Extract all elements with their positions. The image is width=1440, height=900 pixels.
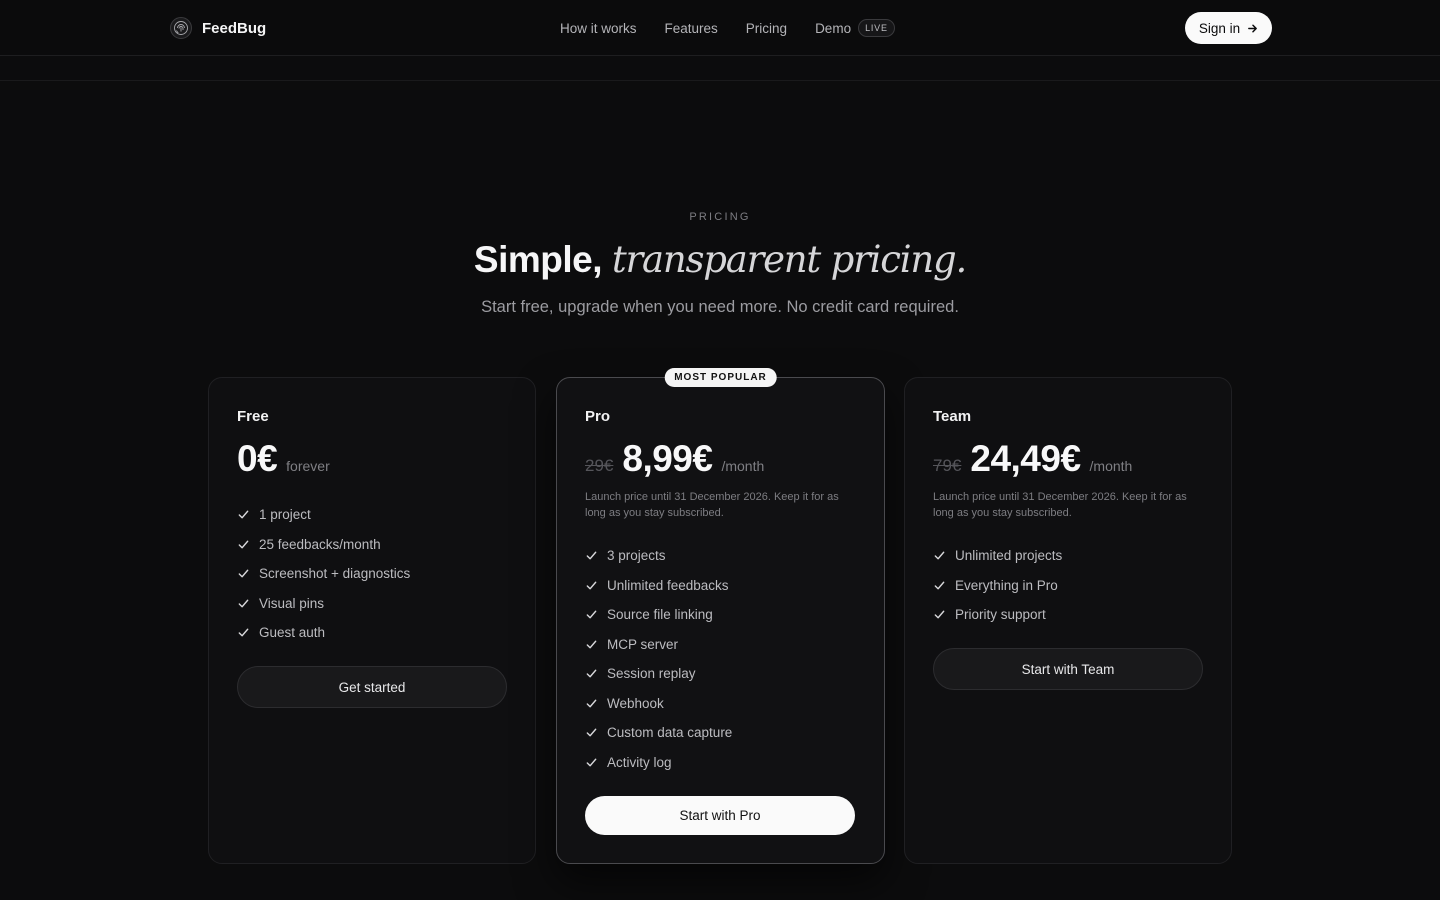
price: 0€ (237, 438, 278, 479)
feature-item: MCP server (585, 630, 732, 660)
arrow-right-icon (1248, 24, 1258, 32)
feature-item: Screenshot + diagnostics (237, 559, 410, 589)
launch-price-note: Launch price until 31 December 2026. Kee… (933, 491, 1187, 519)
check-icon (238, 599, 249, 608)
launch-price-note: Launch price until 31 December 2026. Kee… (585, 491, 839, 519)
price-period: /month (1089, 458, 1133, 474)
feature-item: Priority support (933, 600, 1062, 630)
feature-label: Visual pins (259, 595, 325, 611)
feature-label: 1 project (259, 507, 311, 523)
feature-label: MCP server (607, 636, 679, 652)
feature-label: Priority support (955, 607, 1046, 623)
nav-link-demo-wrap[interactable]: Demo LIVE (815, 19, 895, 37)
feature-item: Session replay (585, 659, 732, 689)
feature-label: Webhook (607, 695, 664, 711)
plan-name: Pro (585, 408, 611, 425)
old-price: 79€ (933, 456, 962, 475)
feature-list: Unlimited projects Everything in Pro Pri… (933, 541, 1062, 630)
feature-label: 25 feedbacks/month (259, 536, 381, 552)
feature-item: Activity log (585, 748, 732, 778)
nav-link-how-it-works[interactable]: How it works (560, 21, 637, 36)
start-with-team-button[interactable]: Start with Team (933, 648, 1203, 690)
feature-item: Custom data capture (585, 718, 732, 748)
check-icon (934, 610, 945, 619)
nav-link-features[interactable]: Features (665, 21, 718, 36)
brand-name: FeedBug (202, 19, 267, 37)
brand-link[interactable]: FeedBug (170, 16, 266, 40)
feature-item: 1 project (237, 500, 410, 530)
get-started-button[interactable]: Get started (237, 666, 507, 708)
page-title-italic: transparent pricing. (611, 238, 967, 281)
page-title-plain: Simple, (473, 239, 603, 280)
page-title: Simple, transparent pricing. (0, 238, 1440, 281)
page-subtitle: Start free, upgrade when you need more. … (481, 298, 959, 316)
check-icon (586, 758, 597, 767)
feature-label: Activity log (607, 754, 672, 770)
plan-card-pro: MOST POPULAR Pro 29€ 8,99€ /month Launch… (556, 368, 885, 864)
feature-label: Guest auth (259, 625, 326, 641)
feature-item: 25 feedbacks/month (237, 530, 410, 560)
live-badge: LIVE (858, 19, 895, 37)
feature-item: Unlimited projects (933, 541, 1062, 571)
feature-label: Screenshot + diagnostics (259, 566, 411, 582)
fingerprint-logo-icon (170, 17, 192, 39)
check-icon (586, 728, 597, 737)
check-icon (586, 669, 597, 678)
section-eyebrow: PRICING (689, 211, 751, 223)
price-row: 29€ 8,99€ /month (585, 438, 764, 480)
feature-label: Source file linking (607, 607, 713, 623)
check-icon (586, 640, 597, 649)
feature-label: Session replay (607, 666, 696, 682)
old-price: 29€ (585, 456, 614, 475)
feature-item: Visual pins (237, 589, 410, 619)
feature-label: Custom data capture (607, 725, 733, 741)
feature-label: Unlimited feedbacks (607, 577, 729, 593)
sign-in-button[interactable]: Sign in (1185, 12, 1272, 44)
check-icon (934, 581, 945, 590)
nav-link-pricing[interactable]: Pricing (746, 21, 787, 36)
feature-label: 3 projects (607, 548, 666, 564)
check-icon (934, 551, 945, 560)
price-period: forever (286, 458, 330, 474)
feature-item: Webhook (585, 689, 732, 719)
check-icon (238, 628, 249, 637)
price: 24,49€ (970, 438, 1081, 479)
plan-card-free: Free 0€ forever 1 project 25 feedbacks/m… (208, 377, 536, 864)
check-icon (586, 610, 597, 619)
plan-card-team: Team 79€ 24,49€ /month Launch price unti… (904, 377, 1232, 864)
price-row: 79€ 24,49€ /month (933, 438, 1132, 480)
feature-item: 3 projects (585, 541, 732, 571)
feature-label: Everything in Pro (955, 577, 1058, 593)
sign-in-label: Sign in (1198, 20, 1241, 36)
price-period: /month (721, 458, 765, 474)
check-icon (238, 510, 249, 519)
price-row: 0€ forever (237, 438, 330, 480)
plan-name: Team (933, 408, 972, 425)
section-divider (0, 80, 1440, 81)
price: 8,99€ (622, 438, 713, 479)
feature-label: Unlimited projects (955, 548, 1063, 564)
feature-item: Everything in Pro (933, 571, 1062, 601)
check-icon (586, 581, 597, 590)
feature-list: 1 project 25 feedbacks/month Screenshot … (237, 500, 410, 648)
check-icon (586, 551, 597, 560)
feature-item: Guest auth (237, 618, 410, 648)
nav-link-demo[interactable]: Demo (815, 21, 851, 36)
plan-name: Free (237, 408, 269, 425)
check-icon (586, 699, 597, 708)
check-icon (238, 540, 249, 549)
most-popular-badge: MOST POPULAR (664, 368, 777, 387)
feature-item: Unlimited feedbacks (585, 571, 732, 601)
nav-links: How it works Features Pricing Demo LIVE (560, 17, 895, 39)
top-nav: FeedBug How it works Features Pricing De… (0, 0, 1440, 56)
check-icon (238, 569, 249, 578)
start-with-pro-button[interactable]: Start with Pro (585, 796, 855, 835)
feature-item: Source file linking (585, 600, 732, 630)
feature-list: 3 projects Unlimited feedbacks Source fi… (585, 541, 732, 777)
